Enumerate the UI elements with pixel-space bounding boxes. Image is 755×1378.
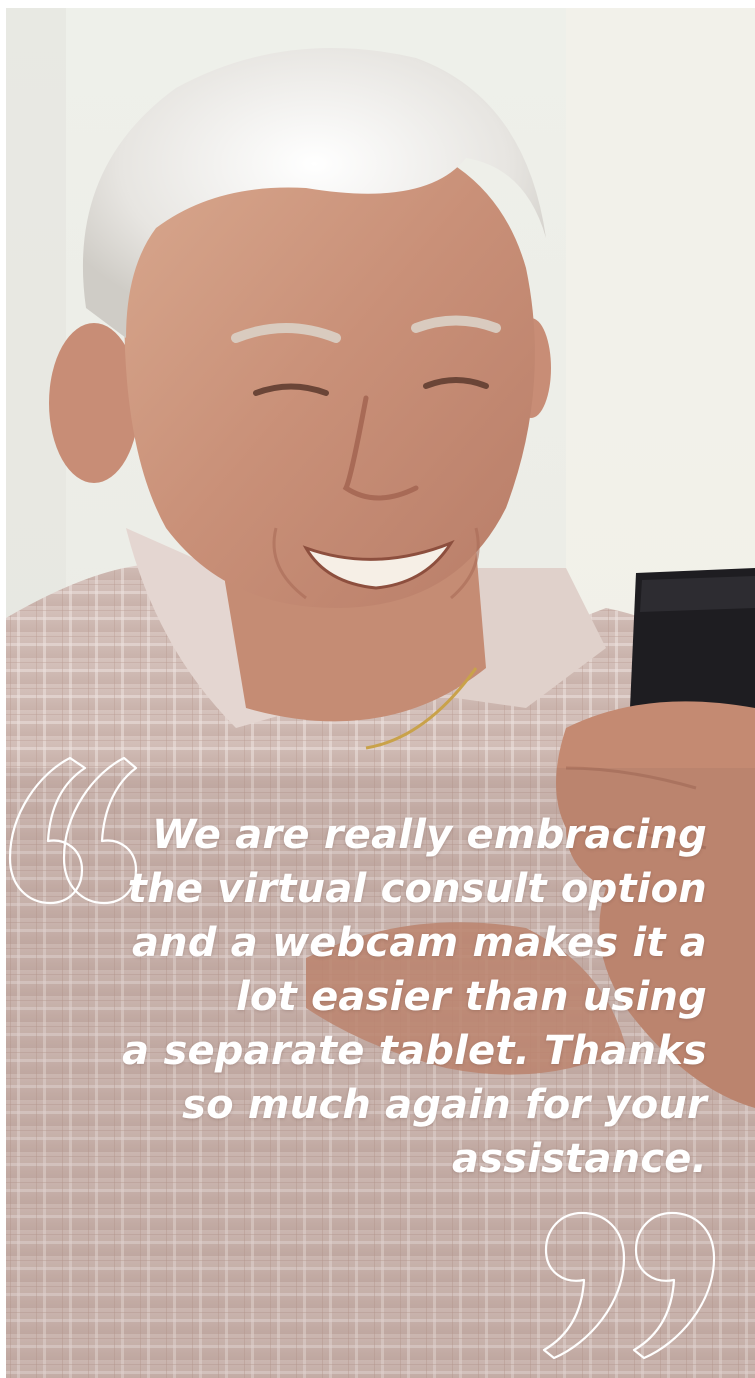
quote-line: and a webcam makes it a: [131, 920, 707, 966]
quote-line: We are really embracing: [152, 812, 707, 858]
close-quote-icon: [542, 1211, 716, 1360]
quote-line: lot easier than using: [236, 974, 707, 1020]
quote-line: the virtual consult option: [127, 866, 707, 912]
testimonial-card: We are really embracing the virtual cons…: [6, 8, 755, 1378]
testimonial-quote: We are really embracing the virtual cons…: [107, 808, 707, 1186]
quote-line: assistance.: [452, 1136, 707, 1182]
quote-line: a separate tablet. Thanks: [122, 1028, 707, 1074]
quote-line: so much again for your: [182, 1082, 707, 1128]
